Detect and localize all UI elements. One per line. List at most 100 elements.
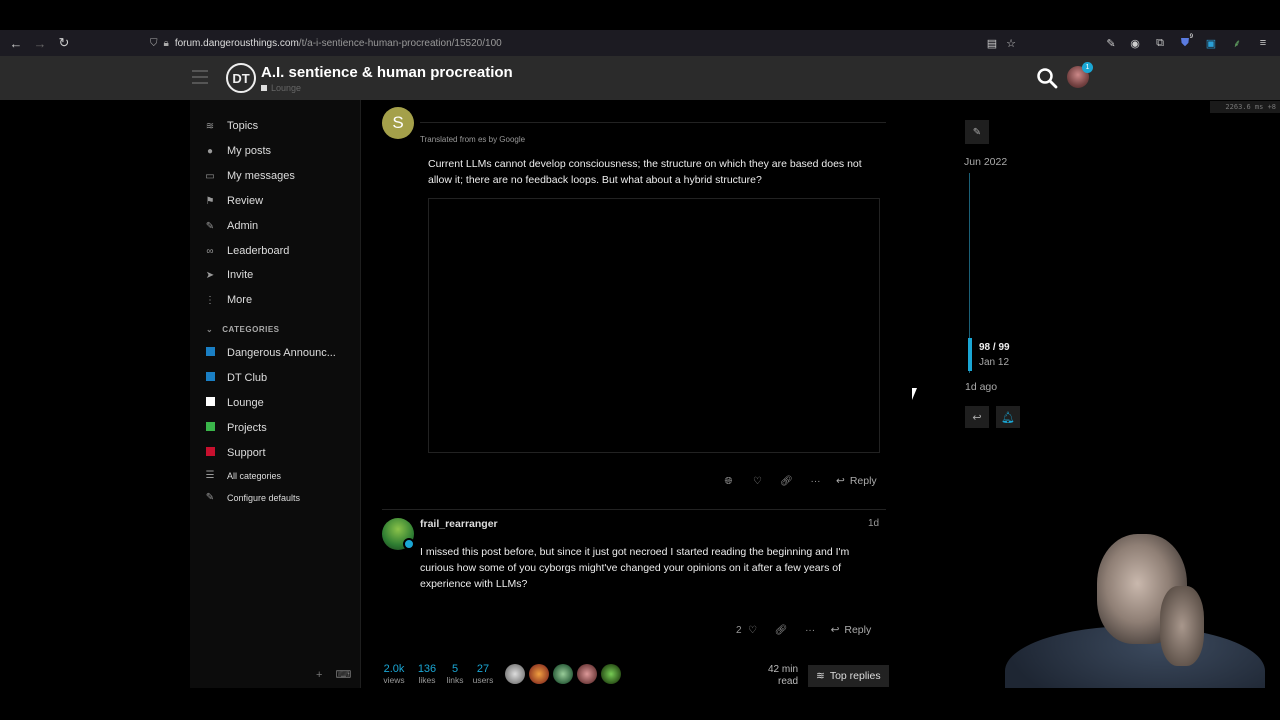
topic-category[interactable]: Lounge <box>261 83 301 93</box>
sidebar-all-categories[interactable]: ☰ All categories <box>204 470 282 481</box>
stat-views: 2.0k views <box>382 663 406 685</box>
perf-readout: 2263.6 ms +8 <box>1210 101 1280 113</box>
wrench-icon: ✎ <box>205 492 215 503</box>
stat-users[interactable]: 27 users <box>468 663 498 685</box>
bookmark-star-icon[interactable]: ☆ <box>1001 30 1021 56</box>
app-menu-icon[interactable]: ≡ <box>1253 30 1273 56</box>
avatar[interactable] <box>577 664 597 684</box>
link-icon[interactable]: 🔗︎ <box>767 625 796 636</box>
embedded-video[interactable] <box>428 198 880 453</box>
layers-icon: ≋ <box>205 120 215 132</box>
add-icon[interactable]: + <box>316 669 322 681</box>
category-color-square <box>205 447 215 456</box>
extension-blue-icon[interactable]: ▣ <box>1201 30 1221 56</box>
back-icon[interactable]: ← <box>4 31 28 55</box>
topic-title[interactable]: A.I. sentience & human procreation <box>261 64 513 81</box>
sidebar-item-leaderboard[interactable]: ∞ Leaderboard <box>204 245 289 257</box>
sidebar-item-review[interactable]: ⚑ Review <box>204 195 264 207</box>
post-text-line: experience with LLMs? <box>420 578 528 590</box>
post-date[interactable]: 1d <box>868 518 879 529</box>
reader-mode-icon[interactable]: ▤ <box>982 30 1002 56</box>
post-text-line: Current LLMs cannot develop consciousnes… <box>428 158 862 170</box>
sidebar-footer: + ⌨ <box>316 668 351 681</box>
sidebar-item-my-messages[interactable]: ▭ My messages <box>204 170 295 182</box>
translation-note: Translated from es by Google <box>420 135 526 144</box>
reply-label: Reply <box>844 624 872 636</box>
url-host: forum.dangerousthings.com <box>174 37 299 49</box>
notification-bell-icon[interactable]: 🔔︎ <box>996 406 1020 428</box>
sidebar-category-support[interactable]: Support <box>204 447 266 459</box>
sidebar-configure-defaults[interactable]: ✎ Configure defaults <box>204 492 300 503</box>
sidebar-item-label: My posts <box>227 145 272 157</box>
avatar[interactable] <box>505 664 525 684</box>
inbox-icon: ▭ <box>205 170 215 182</box>
top-replies-button[interactable]: ≋ Top replies <box>808 665 889 687</box>
sidebar-category-dt-club[interactable]: DT Club <box>204 372 267 384</box>
sidebar-category-lounge[interactable]: Lounge <box>204 397 264 409</box>
tools-icon[interactable]: ✎ <box>1101 30 1121 56</box>
sidebar-item-topics[interactable]: ≋ Topics <box>204 120 258 132</box>
stat-number: 2.0k <box>383 663 405 675</box>
reload-icon[interactable]: ↻ <box>52 31 76 55</box>
sidebar-category-projects[interactable]: Projects <box>204 422 267 434</box>
sidebar-category-label: Dangerous Announc... <box>227 347 336 359</box>
site-logo[interactable]: DT <box>226 63 256 93</box>
post-username[interactable]: frail_rearranger <box>420 518 498 530</box>
user-icon: ● <box>206 145 214 157</box>
top-replies-label: Top replies <box>829 670 881 682</box>
post-top-border <box>420 122 886 123</box>
avatar[interactable] <box>601 664 621 684</box>
lock-icon: 🔒︎ <box>163 37 169 49</box>
sidebar-category-label: DT Club <box>227 372 268 384</box>
extension-leaf-icon[interactable]: ⸙ <box>1227 30 1247 56</box>
post-text-line: allow it; there are no feedback loops. B… <box>428 174 762 186</box>
timeline-last-activity[interactable]: 1d ago <box>965 381 997 393</box>
ublock-icon[interactable]: ⛊ 9 <box>1175 30 1195 56</box>
topic-admin-wrench-icon[interactable]: ✎ <box>965 120 989 144</box>
reply-button[interactable]: ↩ Reply <box>831 624 872 636</box>
forward-icon[interactable]: → <box>28 31 52 55</box>
like-icon[interactable]: ♡ <box>743 476 772 487</box>
link-icon[interactable]: 🔗︎ <box>772 476 801 487</box>
sidebar-category-dangerous-announcements[interactable]: Dangerous Announc... <box>204 347 336 359</box>
more-icon[interactable]: ··· <box>801 476 830 487</box>
content-divider <box>360 100 361 688</box>
category-color-square <box>205 422 215 431</box>
sidebar-item-admin[interactable]: ✎ Admin <box>204 220 258 232</box>
stat-likes[interactable]: 136 likes <box>412 663 442 685</box>
address-bar[interactable]: ⛉ 🔒︎ forum.dangerousthings.com/t/a-i-sen… <box>150 33 1025 53</box>
notification-badge[interactable]: 1 <box>1082 62 1093 73</box>
globe-icon[interactable]: 🌐︎ <box>714 476 743 487</box>
avatar[interactable] <box>553 664 573 684</box>
reply-button[interactable]: ↩ Reply <box>836 475 877 487</box>
like-icon[interactable]: ♡ <box>745 625 761 636</box>
timeline-handle[interactable] <box>968 338 972 371</box>
sidebar-item-my-posts[interactable]: ● My posts <box>204 145 271 157</box>
timeline-position-date: Jan 12 <box>979 357 1010 368</box>
sidebar-toggle-icon[interactable] <box>192 70 208 84</box>
sidebar-item-label: Leaderboard <box>227 245 290 257</box>
account-icon[interactable]: ◉ <box>1125 30 1145 56</box>
sidebar-item-more[interactable]: ⋮ More <box>204 294 252 306</box>
timeline-start-date[interactable]: Jun 2022 <box>964 156 1007 168</box>
sidebar-item-invite[interactable]: ➤ Invite <box>204 269 254 281</box>
verified-badge-icon <box>403 538 415 550</box>
timeline-reply-icon[interactable]: ↩ <box>965 406 989 428</box>
sidebar-item-label: My messages <box>227 170 295 182</box>
read-time-label: read <box>777 676 798 687</box>
sidebar-category-label: Projects <box>227 422 267 434</box>
search-icon[interactable] <box>1036 67 1058 89</box>
more-icon: ⋮ <box>205 294 215 306</box>
avatar[interactable]: S <box>382 107 414 139</box>
sidebar-item-label: Admin <box>227 220 259 232</box>
categories-section-toggle[interactable]: ⌄ CATEGORIES <box>206 325 280 334</box>
topic-stats: 2.0k views 136 likes 5 links 27 users <box>382 663 498 685</box>
extensions-icon[interactable]: ⧉ <box>1150 30 1170 56</box>
more-icon[interactable]: ··· <box>796 625 825 636</box>
sidebar-item-label: More <box>227 294 253 306</box>
timeline-position: 98 / 99 <box>979 342 1010 353</box>
chevron-down-icon: ⌄ <box>206 325 214 334</box>
stat-links[interactable]: 5 links <box>442 663 468 685</box>
avatar[interactable] <box>529 664 549 684</box>
keyboard-icon[interactable]: ⌨ <box>335 669 351 681</box>
